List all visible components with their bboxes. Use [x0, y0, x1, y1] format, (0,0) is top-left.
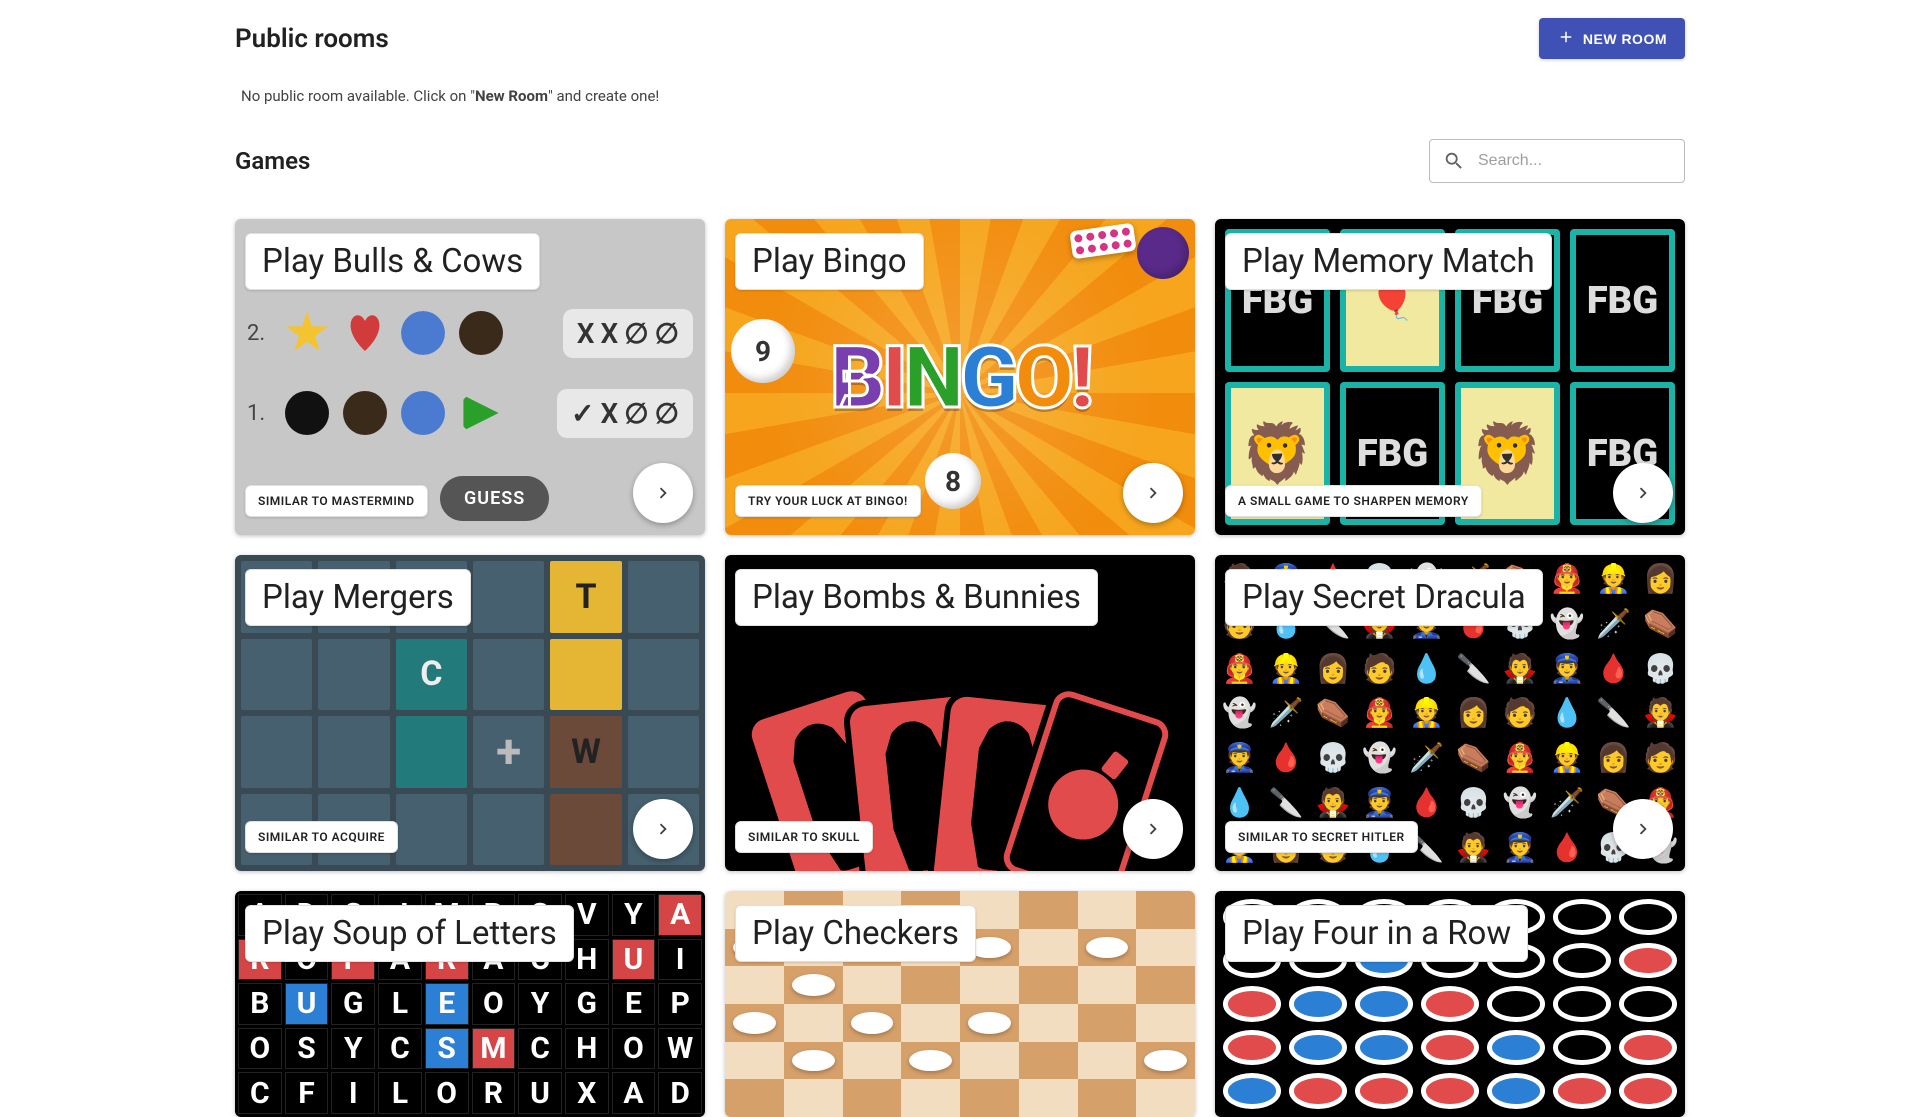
game-card-bingo[interactable]: 9 8 BINGO! Play Bingo TRY YOUR LUCK AT B…: [725, 219, 1195, 535]
new-room-label: NEW ROOM: [1583, 31, 1667, 47]
game-tag: SIMILAR TO SECRET HITLER: [1225, 821, 1418, 853]
game-title: Play Bingo: [735, 233, 924, 290]
game-title: Play Soup of Letters: [245, 905, 574, 962]
game-tag: A SMALL GAME TO SHARPEN MEMORY: [1225, 485, 1482, 517]
game-title: Play Secret Dracula: [1225, 569, 1543, 626]
empty-rooms-message: No public room available. Click on "New …: [235, 69, 1685, 113]
search-icon: [1443, 150, 1465, 172]
game-tag: SIMILAR TO MASTERMIND: [245, 485, 428, 517]
games-title: Games: [235, 147, 310, 175]
search-input[interactable]: [1429, 139, 1685, 183]
game-tag: TRY YOUR LUCK AT BINGO!: [735, 485, 921, 517]
game-title: Play Bulls & Cows: [245, 233, 540, 290]
play-button[interactable]: [633, 463, 693, 523]
game-card-checkers[interactable]: Play Checkers: [725, 891, 1195, 1117]
game-tag: SIMILAR TO ACQUIRE: [245, 821, 398, 853]
game-card-bombs-bunnies[interactable]: Play Bombs & Bunnies SIMILAR TO SKULL: [725, 555, 1195, 871]
game-card-secret-dracula[interactable]: 🧛👮🩸💀👻🗡️⚰️👨‍🚒👷👩🧑💧🔪🧛👮🩸💀👻🗡️⚰️👨‍🚒👷👩🧑💧🔪🧛👮🩸💀👻🗡…: [1215, 555, 1685, 871]
public-rooms-title: Public rooms: [235, 24, 389, 54]
game-title: Play Mergers: [245, 569, 471, 626]
game-card-mergers[interactable]: T C +W Play Mergers SIMILAR TO ACQUIRE: [235, 555, 705, 871]
play-button[interactable]: [1613, 799, 1673, 859]
game-title: Play Memory Match: [1225, 233, 1552, 290]
play-button[interactable]: [633, 799, 693, 859]
new-room-button[interactable]: NEW ROOM: [1539, 18, 1685, 59]
game-tag: SIMILAR TO SKULL: [735, 821, 873, 853]
games-grid: 2. XX∅∅ 1.: [235, 219, 1685, 1117]
game-title: Play Four in a Row: [1225, 905, 1528, 962]
search-field[interactable]: [1429, 139, 1685, 183]
plus-icon: [1557, 28, 1575, 49]
game-card-bulls-cows[interactable]: 2. XX∅∅ 1.: [235, 219, 705, 535]
game-title: Play Bombs & Bunnies: [735, 569, 1098, 626]
play-button[interactable]: [1613, 463, 1673, 523]
play-button[interactable]: [1123, 463, 1183, 523]
game-title: Play Checkers: [735, 905, 976, 962]
game-card-memory-match[interactable]: FBG🎈FBGFBG FBGFBG Play Memory Match A SM…: [1215, 219, 1685, 535]
play-button[interactable]: [1123, 799, 1183, 859]
game-card-four-in-a-row[interactable]: Play Four in a Row: [1215, 891, 1685, 1117]
game-card-soup-of-letters[interactable]: ADGJMPSVYAROPARACHUIBUGLEOYGEPOSYCSMCHOW…: [235, 891, 705, 1117]
